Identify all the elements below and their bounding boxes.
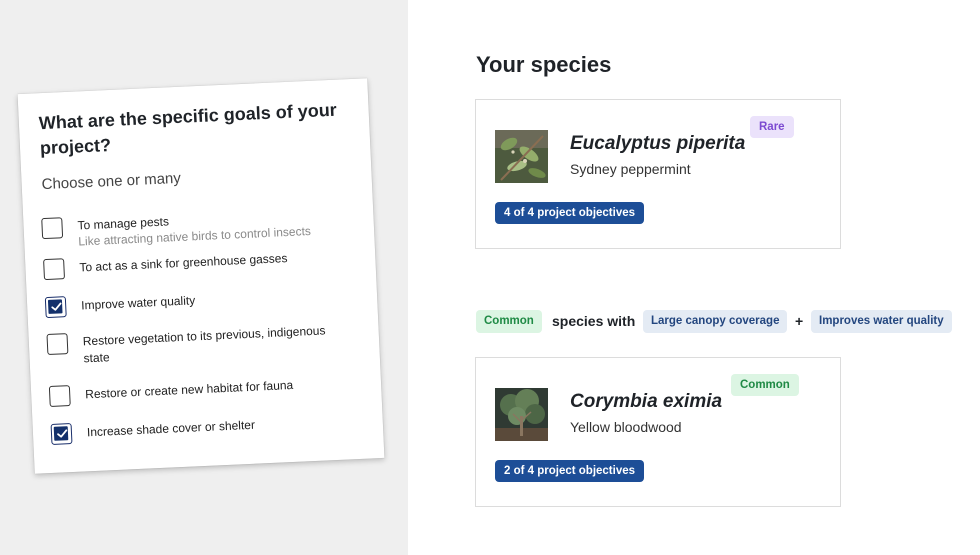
species-common-name: Yellow bloodwood xyxy=(570,419,682,435)
checkbox-manage-pests[interactable] xyxy=(41,217,64,240)
goal-option-shade-cover[interactable]: Increase shade cover or shelter xyxy=(50,410,361,445)
species-card-eucalyptus[interactable]: Eucalyptus piperita Sydney peppermint Ra… xyxy=(475,99,841,249)
filter-plus: + xyxy=(795,313,804,329)
rarity-badge-common: Common xyxy=(731,374,799,396)
objectives-badge: 2 of 4 project objectives xyxy=(495,460,645,482)
species-scientific-name: Eucalyptus piperita xyxy=(570,133,746,154)
goals-card: What are the specific goals of your proj… xyxy=(17,78,385,474)
checkbox-greenhouse-sink[interactable] xyxy=(43,258,66,281)
goals-question-subtitle: Choose one or many xyxy=(41,169,182,194)
checkbox-water-quality[interactable] xyxy=(44,296,67,319)
filter-chip-canopy[interactable]: Large canopy coverage xyxy=(643,310,788,333)
species-scientific-name: Corymbia eximia xyxy=(570,391,723,412)
filter-chip-common[interactable]: Common xyxy=(476,310,542,333)
species-common-name: Sydney peppermint xyxy=(570,161,691,177)
goal-label: Increase shade cover or shelter xyxy=(86,417,256,440)
goal-label: Improve water quality xyxy=(80,293,196,313)
checkbox-shade-cover[interactable] xyxy=(50,423,73,445)
checkbox-restore-vegetation[interactable] xyxy=(46,333,69,356)
your-species-heading: Your species xyxy=(476,52,612,77)
goal-label: To act as a sink for greenhouse gasses xyxy=(79,251,288,275)
checkbox-fauna-habitat[interactable] xyxy=(48,385,71,407)
goal-option-water-quality[interactable]: Improve water quality xyxy=(44,283,355,319)
objectives-badge: 4 of 4 project objectives xyxy=(495,202,645,224)
eucalyptus-photo xyxy=(495,130,548,183)
goals-question-title: What are the specific goals of your proj… xyxy=(38,99,338,159)
rarity-badge-rare: Rare xyxy=(750,116,794,138)
filter-text: species with xyxy=(552,313,636,329)
checkmark-icon xyxy=(51,302,62,311)
corymbia-photo xyxy=(495,388,548,441)
goal-option-manage-pests[interactable]: To manage pests Like attracting native b… xyxy=(41,204,351,249)
species-card-corymbia[interactable]: Corymbia eximia Yellow bloodwood Common … xyxy=(475,357,841,507)
filter-chip-water-quality[interactable]: Improves water quality xyxy=(811,310,952,333)
checkmark-icon xyxy=(57,429,68,438)
goal-label: Restore or create new habitat for fauna xyxy=(84,377,294,402)
goal-option-fauna-habitat[interactable]: Restore or create new habitat for fauna xyxy=(48,372,359,407)
goal-label: Restore vegetation to its previous, indi… xyxy=(82,323,326,366)
left-panel: What are the specific goals of your proj… xyxy=(0,0,408,555)
goal-option-restore-vegetation[interactable]: Restore vegetation to its previous, indi… xyxy=(46,320,356,365)
